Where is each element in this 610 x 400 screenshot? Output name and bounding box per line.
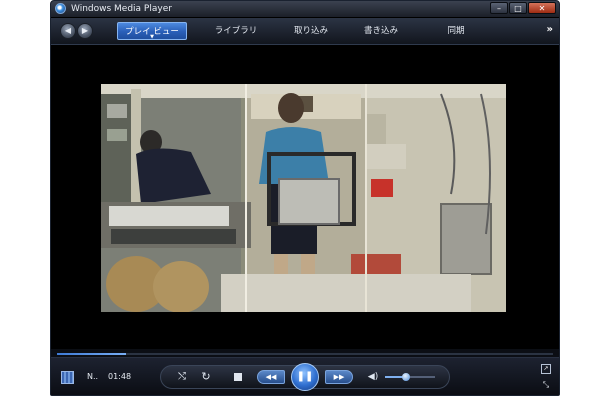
minimize-button[interactable]: –	[490, 2, 508, 14]
video-image	[101, 84, 506, 312]
tab-library[interactable]: ライブラリ	[211, 22, 261, 40]
shuffle-icon[interactable]: ⤭	[175, 371, 189, 383]
tab-sync[interactable]: 同期	[436, 22, 476, 40]
tab-now-playing[interactable]: プレイ ビュー ▼	[117, 22, 187, 40]
back-button[interactable]: ◀	[60, 23, 76, 39]
pause-button[interactable]: ❚❚	[291, 363, 319, 391]
tab-label: ライブラリ	[214, 26, 258, 36]
playback-controls: N.. 01:48 ⤭ ↻ ◀◀ ❚❚ ▶▶ ◀) ↗ ⤡	[51, 357, 559, 395]
close-button[interactable]: ✕	[528, 2, 556, 14]
tab-rip[interactable]: 取り込み	[286, 22, 336, 40]
chevron-down-icon: ▼	[150, 34, 154, 40]
previous-button[interactable]: ◀◀	[257, 370, 285, 384]
more-tabs-icon[interactable]: »	[547, 24, 553, 36]
now-playing-title: N..	[87, 372, 99, 381]
seek-progress-fill	[57, 353, 127, 355]
navigation-bar: ◀ ▶ プレイ ビュー ▼ ライブラリ 取り込み 書き込み 同期 »	[51, 18, 559, 45]
media-player-window: Windows Media Player – □ ✕ ◀ ▶ プレイ ビュー ▼…	[50, 0, 560, 396]
tab-burn[interactable]: 書き込み	[356, 22, 406, 40]
volume-icon[interactable]: ◀)	[366, 371, 380, 383]
tab-label: 書き込み	[363, 26, 398, 36]
switch-to-mini-mode-icon[interactable]: ↗	[541, 364, 551, 374]
video-area[interactable]	[51, 45, 559, 349]
forward-button[interactable]: ▶	[77, 23, 93, 39]
seek-bar[interactable]	[51, 349, 559, 357]
video-frame[interactable]	[101, 84, 506, 312]
window-controls: – □ ✕	[490, 2, 556, 14]
elapsed-time: 01:48	[108, 372, 132, 381]
title-bar[interactable]: Windows Media Player – □ ✕	[51, 1, 559, 18]
media-player-icon	[55, 3, 66, 14]
transport-controls: ⤭ ↻ ◀◀ ❚❚ ▶▶ ◀)	[160, 363, 450, 391]
volume-knob[interactable]	[402, 373, 410, 381]
maximize-button[interactable]: □	[509, 2, 527, 14]
tab-label: 同期	[447, 26, 465, 36]
repeat-icon[interactable]: ↻	[199, 371, 213, 383]
tab-label: 取り込み	[293, 26, 328, 36]
window-title: Windows Media Player	[71, 4, 172, 14]
next-button[interactable]: ▶▶	[325, 370, 353, 384]
volume-slider[interactable]	[385, 373, 435, 381]
now-playing-icon	[61, 371, 74, 384]
seek-track[interactable]	[57, 353, 553, 355]
stop-button[interactable]	[234, 373, 242, 381]
fullscreen-icon[interactable]: ⤡	[541, 380, 551, 390]
